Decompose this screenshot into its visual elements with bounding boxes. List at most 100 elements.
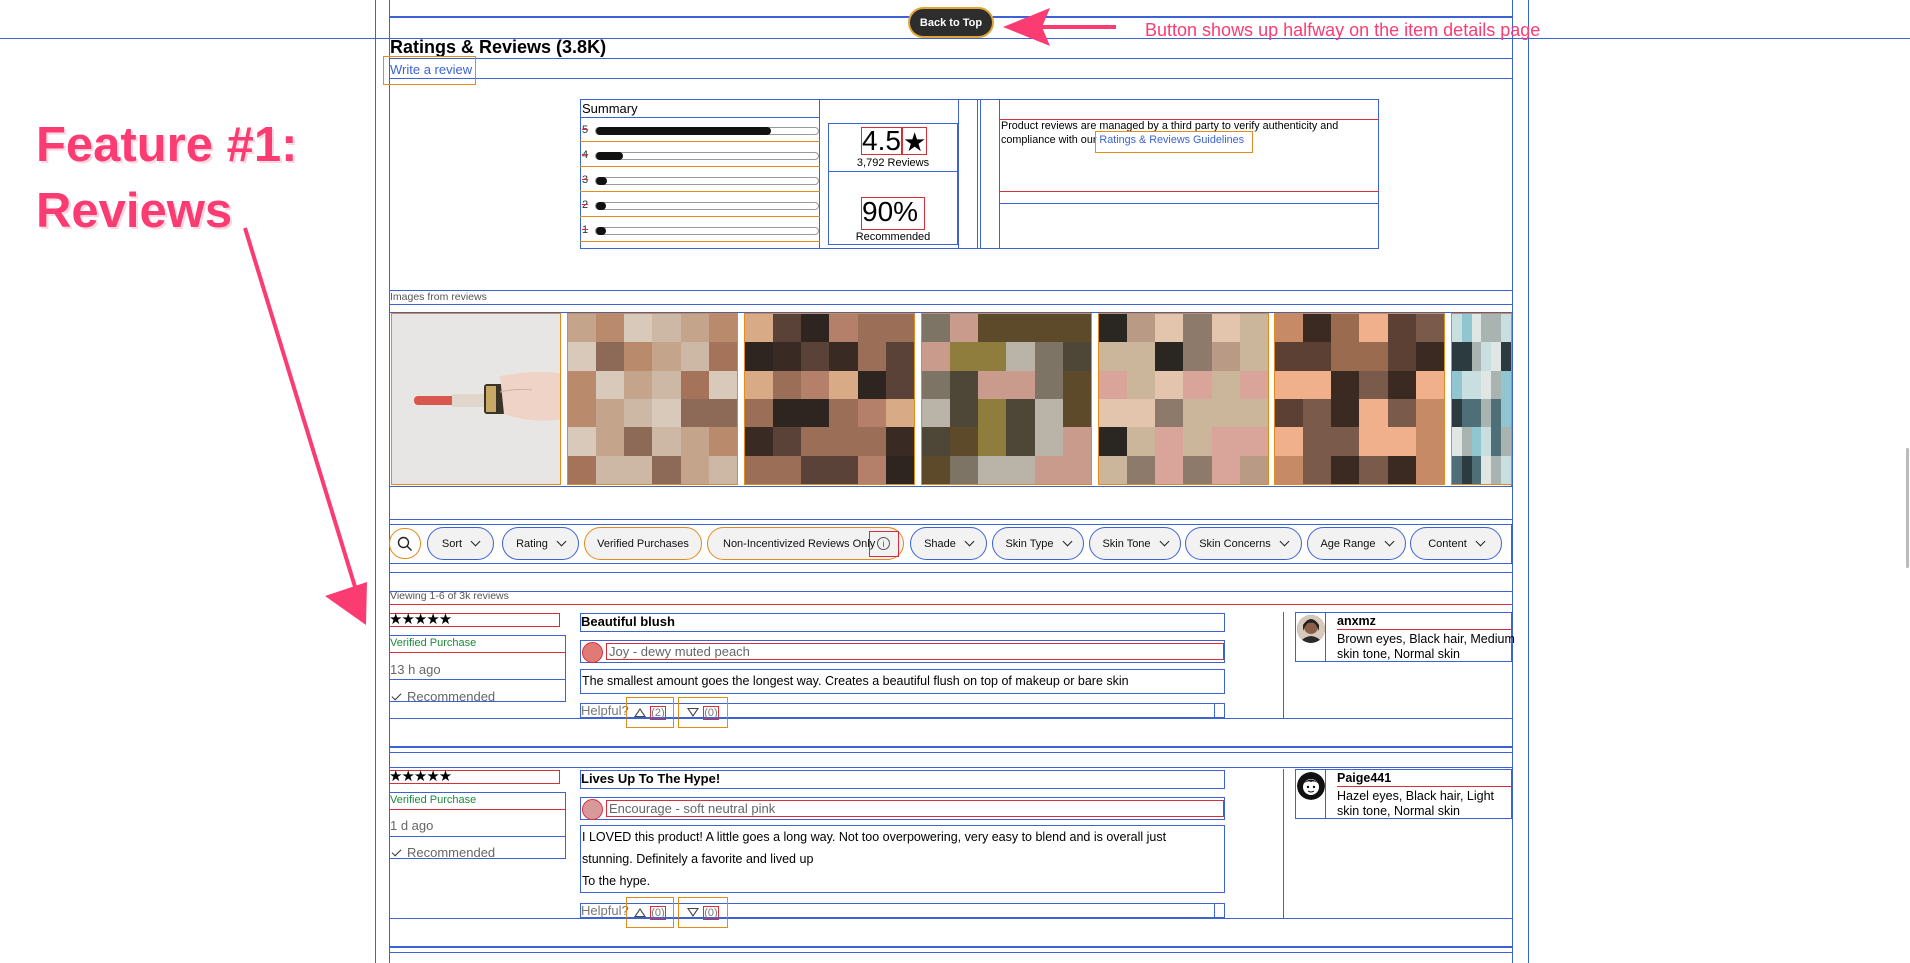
- check-icon: [391, 690, 402, 701]
- filter-skin-tone[interactable]: Skin Tone: [1089, 527, 1181, 560]
- filter-label: Sort: [441, 537, 463, 550]
- review-image-thumb[interactable]: [1098, 313, 1269, 485]
- summary-spacer-b: [980, 99, 1000, 249]
- review-image-thumb[interactable]: [567, 313, 738, 485]
- review-title: Beautiful blush: [581, 614, 675, 629]
- filter-skin-concerns[interactable]: Skin Concerns: [1185, 527, 1302, 560]
- star-row-bar[interactable]: [595, 177, 819, 185]
- recommended-text: Recommended: [407, 689, 496, 704]
- star-row-label[interactable]: 3: [582, 174, 588, 186]
- review-stars: ★★★★★: [389, 611, 452, 628]
- star-row-bar-fill: [596, 177, 608, 185]
- shade-swatch-icon: [582, 799, 603, 820]
- search-reviews-button[interactable]: [389, 528, 421, 559]
- back-to-top-annotation: Button shows up halfway on the item deta…: [1145, 20, 1541, 40]
- review-bottom-rule: [389, 918, 1512, 919]
- star-row-bar-fill: [596, 227, 606, 235]
- filter-shade[interactable]: Shade: [910, 527, 987, 560]
- review-time: 1 d ago: [390, 818, 434, 833]
- time-rule: [389, 836, 566, 837]
- average-rating: 4.5: [862, 125, 901, 156]
- star-row-label[interactable]: 4: [582, 149, 588, 161]
- helpful-down-button[interactable]: (0): [678, 897, 728, 928]
- review-separator-c: [389, 767, 1512, 768]
- average-star-icon: ★: [902, 127, 927, 157]
- author-divider: [1283, 769, 1284, 918]
- helpful-up-button[interactable]: (2): [626, 697, 674, 728]
- chevron-down-icon: [1159, 536, 1169, 547]
- star-row-bar-fill: [596, 152, 623, 160]
- info-icon[interactable]: i: [877, 537, 890, 550]
- scrollbar-thumb[interactable]: [1906, 448, 1909, 568]
- author-name[interactable]: anxmz: [1337, 614, 1376, 628]
- helpful-row-end: [1214, 903, 1225, 918]
- review-image-thumb[interactable]: [744, 313, 915, 485]
- review-image-thumb[interactable]: [921, 313, 1092, 485]
- thumbs-down-icon: [687, 708, 700, 717]
- chevron-down-icon: [1384, 536, 1394, 547]
- star-row-label[interactable]: 2: [582, 199, 588, 211]
- star-row-bar[interactable]: [595, 227, 819, 235]
- verified-purchase: Verified Purchase: [390, 637, 477, 649]
- author-divider: [1283, 612, 1284, 718]
- thumbs-up-icon: [634, 708, 647, 717]
- thumbs-down-icon: [687, 908, 700, 917]
- review-separator-b: [389, 752, 1512, 753]
- guidelines-link-highlight: [1095, 131, 1253, 153]
- avatar-image: [1297, 772, 1325, 800]
- filter-label: Content: [1428, 537, 1467, 550]
- time-rule: [389, 679, 566, 680]
- filter-content[interactable]: Content: [1410, 527, 1502, 560]
- viewing-count: Viewing 1-6 of 3k reviews: [390, 590, 509, 602]
- star-row-rule: [580, 241, 820, 242]
- review-image-thumb[interactable]: [1274, 313, 1445, 485]
- author-traits: Brown eyes, Black hair, Medium skin tone…: [1337, 632, 1515, 661]
- viewing-top-rule: [389, 572, 1512, 573]
- star-row-rule: [580, 141, 820, 142]
- review-body-line-1: I LOVED this product! A little goes a lo…: [582, 830, 1167, 844]
- star-row-label[interactable]: 1: [582, 224, 588, 236]
- star-row-rule: [580, 216, 820, 217]
- filter-sort[interactable]: Sort: [427, 527, 494, 560]
- star-row-label[interactable]: 5: [582, 124, 588, 136]
- review-title: Lives Up To The Hype!: [581, 771, 721, 786]
- helpful-up-button[interactable]: (0): [626, 897, 674, 928]
- filter-label: Skin Concerns: [1199, 537, 1271, 550]
- review-shade: Encourage - soft neutral pink: [606, 800, 1224, 817]
- review-title-box: [580, 613, 1225, 632]
- review-time: 13 h ago: [390, 662, 441, 677]
- images-label-rule: [389, 304, 1512, 305]
- star-row-bar[interactable]: [595, 152, 819, 160]
- review-stars: ★★★★★: [389, 768, 452, 785]
- star-row-bar[interactable]: [595, 127, 819, 135]
- author-name[interactable]: Paige441: [1337, 771, 1391, 785]
- star-row-bar[interactable]: [595, 202, 819, 210]
- filter-skin-type[interactable]: Skin Type: [992, 527, 1084, 560]
- star-row-rule: [580, 191, 820, 192]
- helpful-label: Helpful?: [581, 903, 629, 918]
- filter-rating[interactable]: Rating: [502, 527, 579, 560]
- author-name-rule: [1337, 629, 1512, 630]
- verified-purchase: Verified Purchase: [390, 794, 477, 806]
- review-image-thumb[interactable]: [391, 313, 561, 485]
- star-row-bar-fill: [596, 127, 771, 135]
- author-inner-rule: [1325, 769, 1326, 819]
- review-image-thumb[interactable]: [1451, 313, 1512, 485]
- filter-verified-purchases[interactable]: Verified Purchases: [584, 527, 702, 560]
- thumbs-up-icon: [634, 908, 647, 917]
- avatar-image: [1297, 615, 1325, 643]
- arrow-to-reviews: [243, 227, 367, 625]
- review-separator: [389, 746, 1512, 748]
- filter-label: Skin Type: [1005, 537, 1054, 550]
- review-separator: [389, 946, 1512, 948]
- write-review-link[interactable]: Write a review: [390, 62, 472, 77]
- review-body-line-2: stunning. Definitely a favorite and live…: [582, 852, 814, 866]
- helpful-down-button[interactable]: (0): [678, 697, 728, 728]
- author-traits: Hazel eyes, Black hair, Light skin tone,…: [1337, 789, 1495, 818]
- disclaimer-rule-2: [1000, 203, 1379, 204]
- review-body: The smallest amount goes the longest way…: [580, 669, 1225, 694]
- filter-age-range[interactable]: Age Range: [1307, 527, 1406, 560]
- helpful-row: [580, 703, 1225, 718]
- filter-label: Non-Incentivized Reviews Only: [723, 537, 876, 550]
- back-to-top-button[interactable]: Back to Top: [908, 7, 994, 38]
